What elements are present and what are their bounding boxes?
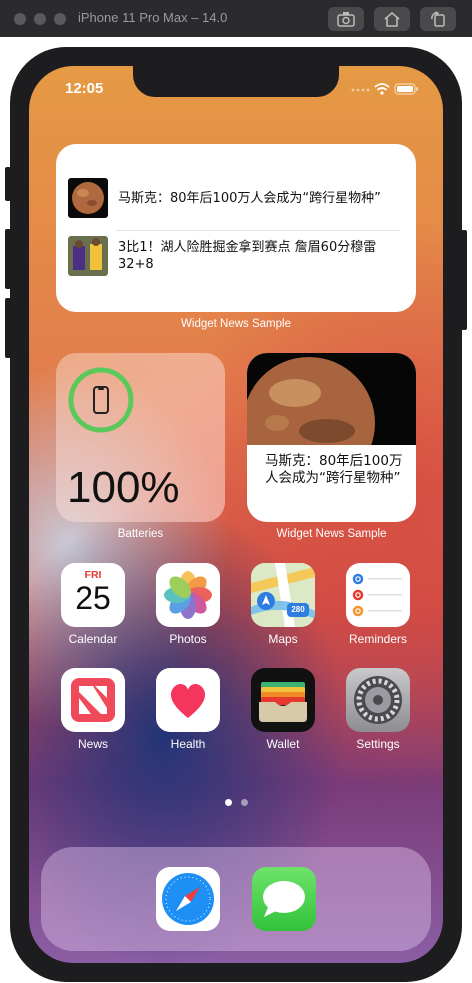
news-app[interactable] [61, 668, 125, 732]
app-label: Reminders [348, 632, 408, 646]
news-widget-medium[interactable]: 马斯克：80年后100万人会成为“跨行星物种” 3比1！湖人险胜掘金拿到赛点 詹… [56, 144, 416, 312]
reminders-app[interactable] [346, 563, 410, 627]
maps-app[interactable]: 280 [251, 563, 315, 627]
signal-icon [351, 88, 370, 92]
app-label: Photos [169, 632, 207, 646]
volume-down-button[interactable] [5, 298, 11, 358]
gear-icon [354, 676, 402, 724]
batteries-widget[interactable]: 100% [56, 353, 225, 522]
news-item-title: 3比1！湖人险胜掘金拿到赛点 詹眉60分穆雷32+8 [118, 240, 377, 272]
home-button[interactable] [374, 7, 410, 31]
news-item-title: 马斯克：80年后100万人会成为“跨行星物种” [118, 190, 381, 206]
photos-app[interactable] [156, 563, 220, 627]
maps-icon [251, 563, 315, 627]
rotate-icon [431, 11, 445, 27]
app-label: News [77, 737, 108, 751]
settings-app[interactable] [346, 668, 410, 732]
mute-switch[interactable] [5, 167, 11, 201]
news-divider [116, 230, 400, 231]
simulator-title: iPhone 11 Pro Max – 14.0 [78, 10, 228, 25]
heart-icon [170, 683, 206, 718]
wallet-app[interactable] [251, 668, 315, 732]
battery-ring [68, 367, 134, 433]
notch [133, 66, 339, 97]
screenshot-icon [337, 12, 355, 27]
maps-highway-badge: 280 [291, 605, 305, 614]
home-screen: 12:05 马斯克：80年后100万人会成为“跨行星物种” 3比1！湖人险胜掘金… [29, 66, 443, 963]
volume-up-button[interactable] [5, 229, 11, 289]
home-icon [384, 11, 400, 27]
basketball-thumbnail [68, 236, 108, 276]
zoom-window-button[interactable] [54, 13, 66, 25]
status-indicators [351, 83, 418, 95]
speech-bubble-icon [263, 881, 305, 917]
battery-icon [394, 83, 418, 95]
mars-thumbnail [68, 178, 108, 218]
calendar-day: 25 [75, 580, 111, 616]
page-indicator[interactable] [241, 799, 248, 806]
wallet-icon [259, 682, 307, 722]
compass-icon [162, 873, 214, 925]
news-icon [71, 678, 115, 722]
widget-label: Batteries [117, 528, 164, 540]
app-label: Maps [268, 632, 298, 646]
widget-label: Widget News Sample [181, 318, 291, 330]
simulator-title-bar: iPhone 11 Pro Max – 14.0 [0, 0, 472, 37]
app-label: Health [170, 737, 206, 751]
health-app[interactable] [156, 668, 220, 732]
news-title: 马斯克：80年后100万人会成为“跨行星物种” [265, 453, 403, 486]
close-window-button[interactable] [14, 13, 26, 25]
battery-percent: 100% [67, 463, 180, 512]
news-item[interactable]: 3比1！湖人险胜掘金拿到赛点 詹眉60分穆雷32+8 [68, 236, 408, 276]
news-widget-small[interactable]: 马斯克：80年后100万人会成为“跨行星物种” [247, 353, 416, 522]
reminders-icon [352, 573, 402, 617]
screenshot-button[interactable] [328, 7, 364, 31]
app-label: Calendar [68, 632, 118, 646]
widget-label: Widget News Sample [276, 528, 387, 540]
safari-app[interactable] [156, 867, 220, 931]
photos-icon [164, 571, 212, 619]
messages-app[interactable] [252, 867, 316, 931]
app-label: Wallet [266, 737, 300, 751]
rotate-button[interactable] [420, 7, 456, 31]
dock [41, 847, 431, 951]
wifi-icon [374, 83, 390, 91]
page-indicator-active[interactable] [225, 799, 232, 806]
news-item[interactable]: 马斯克：80年后100万人会成为“跨行星物种” [68, 178, 381, 218]
status-time: 12:05 [65, 80, 104, 97]
iphone-icon [93, 386, 109, 414]
mars-image [247, 353, 416, 445]
minimize-window-button[interactable] [34, 13, 46, 25]
app-label: Settings [356, 737, 400, 751]
calendar-app[interactable]: FRI 25 [61, 563, 125, 627]
side-button[interactable] [461, 230, 467, 330]
